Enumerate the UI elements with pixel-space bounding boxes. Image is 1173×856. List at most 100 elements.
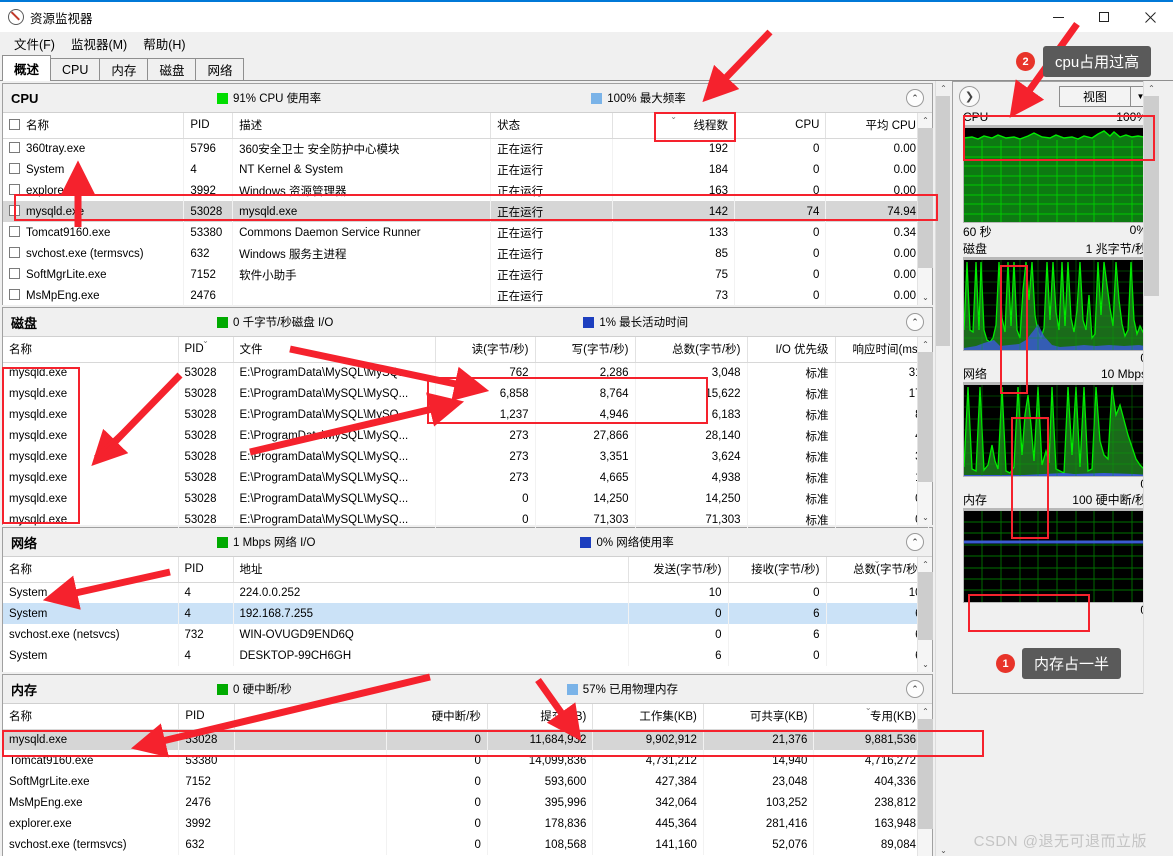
memory-col-commit[interactable]: 提交(KB) [487,704,594,730]
cpu-select-all-checkbox[interactable] [9,119,20,131]
memory-scrollbar[interactable]: ⌃ ⌄ [917,704,933,856]
disk-collapse-icon[interactable]: ⌃ [906,313,924,331]
table-row[interactable]: System4192.168.7.255066 [3,603,929,624]
table-row[interactable]: svchost.exe (netsvcs) 732 WIN-OVUGD9END6Q 0… [3,624,929,645]
disk-col-pid[interactable]: ⌄ PID [178,337,234,363]
scroll-down-icon[interactable]: ⌄ [918,657,933,672]
cpu-col-status[interactable]: 状态 [490,113,614,139]
table-row[interactable]: explorer.exe 3992 0 178,836 445,364 281,416 16… [3,813,923,834]
cpu-scroll-thumb[interactable] [918,128,933,268]
memory-col-name[interactable]: 名称 [3,704,180,730]
disk-col-read[interactable]: 读(字节/秒) [435,337,536,363]
network-col-total[interactable]: ⌄ 总数(字节/秒) [826,557,929,583]
disk-col-total[interactable]: 总数(字节/秒) [635,337,748,363]
table-row[interactable]: mysqld.exe 53028 E:\ProgramData\MySQL\MySQ… [3,509,929,530]
scroll-down-icon[interactable]: ⌄ [936,843,950,856]
scroll-down-icon[interactable]: ⌄ [918,510,933,525]
memory-col-private[interactable]: ⌄ 专用(KB) [813,704,923,730]
scroll-up-icon[interactable]: ⌃ [918,113,933,128]
expand-panel-icon[interactable]: ❯ [959,85,980,107]
content-scroll-thumb[interactable] [936,96,950,346]
table-row[interactable]: svchost.exe (termsvcs) 632 Windows 服务主进程 正在… [3,243,923,264]
memory-scroll-thumb[interactable] [918,719,933,829]
menu-file[interactable]: 文件(F) [6,32,63,55]
table-row[interactable]: svchost.exe (termsvcs) 632 0 108,568 141,160… [3,834,923,855]
table-row[interactable]: mysqld.exe 53028 mysqld.exe 正在运行 142 74 74.94 [3,201,923,222]
tab-cpu[interactable]: CPU [50,58,101,80]
sidebar-scrollbar[interactable]: ⌃ [1143,81,1159,694]
network-panel-header[interactable]: 网络 1 Mbps 网络 I/O 0% 网络使用率 ⌃ [3,528,932,557]
cpu-scrollbar[interactable]: ⌃ ⌄ [917,113,933,305]
memory-panel-header[interactable]: 内存 0 硬中断/秒 57% 已用物理内存 ⌃ [3,675,932,704]
close-button[interactable] [1127,2,1173,32]
view-dropdown[interactable]: 视图 ▼ [1059,85,1151,107]
disk-col-response[interactable]: 响应时间(ms) [835,337,929,363]
network-col-send[interactable]: 发送(字节/秒) [628,557,729,583]
content-scrollbar[interactable]: ⌃ ⌄ [935,81,950,856]
table-row[interactable]: MsMpEng.exe 2476 0 395,996 342,064 103,252 238… [3,792,923,813]
disk-panel-header[interactable]: 磁盘 0 千字节/秒磁盘 I/O 1% 最长活动时间 ⌃ [3,308,932,337]
tab-network[interactable]: 网络 [195,58,245,80]
table-row[interactable]: SoftMgrLite.exe 7152 软件小助手 正在运行 75 0 0.00 [3,264,923,285]
row-checkbox[interactable] [9,247,20,258]
row-checkbox[interactable] [9,184,20,195]
disk-col-write[interactable]: 写(字节/秒) [535,337,636,363]
table-row[interactable]: mysqld.exe 53028 E:\ProgramData\MySQL\MySQ… [3,362,929,383]
network-col-name[interactable]: 名称 [3,557,179,583]
disk-scrollbar[interactable]: ⌃ ⌄ [917,337,933,525]
menu-help[interactable]: 帮助(H) [135,32,193,55]
menu-monitor[interactable]: 监视器(M) [63,32,135,55]
table-row[interactable]: Tomcat9160.exe 53380 Commons Daemon Servic… [3,222,923,243]
table-row[interactable]: mysqld.exe 53028 0 11,684,932 9,902,912 21,37… [3,729,923,750]
row-checkbox[interactable] [9,142,20,154]
row-checkbox[interactable] [9,268,20,279]
tab-memory[interactable]: 内存 [99,58,149,80]
table-row[interactable]: mysqld.exe 53028 E:\ProgramData\MySQL\MySQ… [3,383,929,404]
cpu-col-pid[interactable]: PID [183,113,234,139]
scroll-up-icon[interactable]: ⌃ [936,81,950,96]
table-row[interactable]: System 4 NT Kernel & System 正在运行 184 0 0.00 [3,159,923,180]
row-checkbox[interactable] [9,289,20,300]
scroll-up-icon[interactable]: ⌃ [1144,81,1159,96]
cpu-col-name[interactable]: 名称 [3,113,185,139]
tab-disk[interactable]: 磁盘 [147,58,197,80]
cpu-col-desc[interactable]: 描述 [232,113,492,139]
scroll-up-icon[interactable]: ⌃ [918,704,933,719]
cpu-col-threads[interactable]: ⌄ 线程数 [612,113,736,139]
network-col-address[interactable]: 地址 [233,557,629,583]
table-row[interactable]: mysqld.exe 53028 E:\ProgramData\MySQL\MySQ… [3,488,929,509]
scroll-up-icon[interactable]: ⌃ [918,337,933,352]
network-col-pid[interactable]: PID [178,557,234,583]
network-collapse-icon[interactable]: ⌃ [906,533,924,551]
table-row[interactable]: mysqld.exe 53028 E:\ProgramData\MySQL\MySQ… [3,446,929,467]
scroll-down-icon[interactable]: ⌄ [918,290,933,305]
memory-col-pid[interactable]: PID [178,704,235,730]
network-col-recv[interactable]: 接收(字节/秒) [728,557,827,583]
memory-col-workingset[interactable]: 工作集(KB) [592,704,704,730]
table-row[interactable]: mysqld.exe 53028 E:\ProgramData\MySQL\MySQ… [3,404,929,425]
row-checkbox[interactable] [9,163,20,174]
memory-col-hardfaults[interactable]: 硬中断/秒 [386,704,488,730]
scroll-down-icon[interactable]: ⌄ [918,849,933,856]
memory-col-shareable[interactable]: 可共享(KB) [703,704,815,730]
row-checkbox[interactable] [9,205,20,216]
table-row[interactable]: Tomcat9160.exe 53380 0 14,099,836 4,731,212 1… [3,750,923,771]
table-row[interactable]: explorer.exe 3992 Windows 资源管理器 正在运行 163 0 0.0… [3,180,923,201]
disk-scroll-thumb[interactable] [918,352,933,482]
sidebar-scroll-thumb[interactable] [1144,96,1159,296]
memory-collapse-icon[interactable]: ⌃ [906,680,924,698]
disk-col-priority[interactable]: I/O 优先级 [747,337,836,363]
memory-col-blank[interactable] [234,704,388,730]
table-row[interactable]: System 4 224.0.0.252 10 0 10 [3,582,929,603]
row-checkbox[interactable] [9,226,20,237]
tab-overview[interactable]: 概述 [2,55,52,81]
table-row[interactable]: mysqld.exe 53028 E:\ProgramData\MySQL\MySQ… [3,467,929,488]
maximize-button[interactable] [1081,2,1127,32]
cpu-panel-header[interactable]: CPU 91% CPU 使用率 100% 最大频率 ⌃ [3,84,932,113]
scroll-up-icon[interactable]: ⌃ [918,557,933,572]
cpu-col-cpu[interactable]: CPU [734,113,827,139]
cpu-col-avgcpu[interactable]: 平均 CPU [825,113,923,139]
cpu-collapse-icon[interactable]: ⌃ [906,89,924,107]
table-row[interactable]: mysqld.exe 53028 E:\ProgramData\MySQL\MySQ… [3,425,929,446]
network-scroll-thumb[interactable] [918,572,933,640]
